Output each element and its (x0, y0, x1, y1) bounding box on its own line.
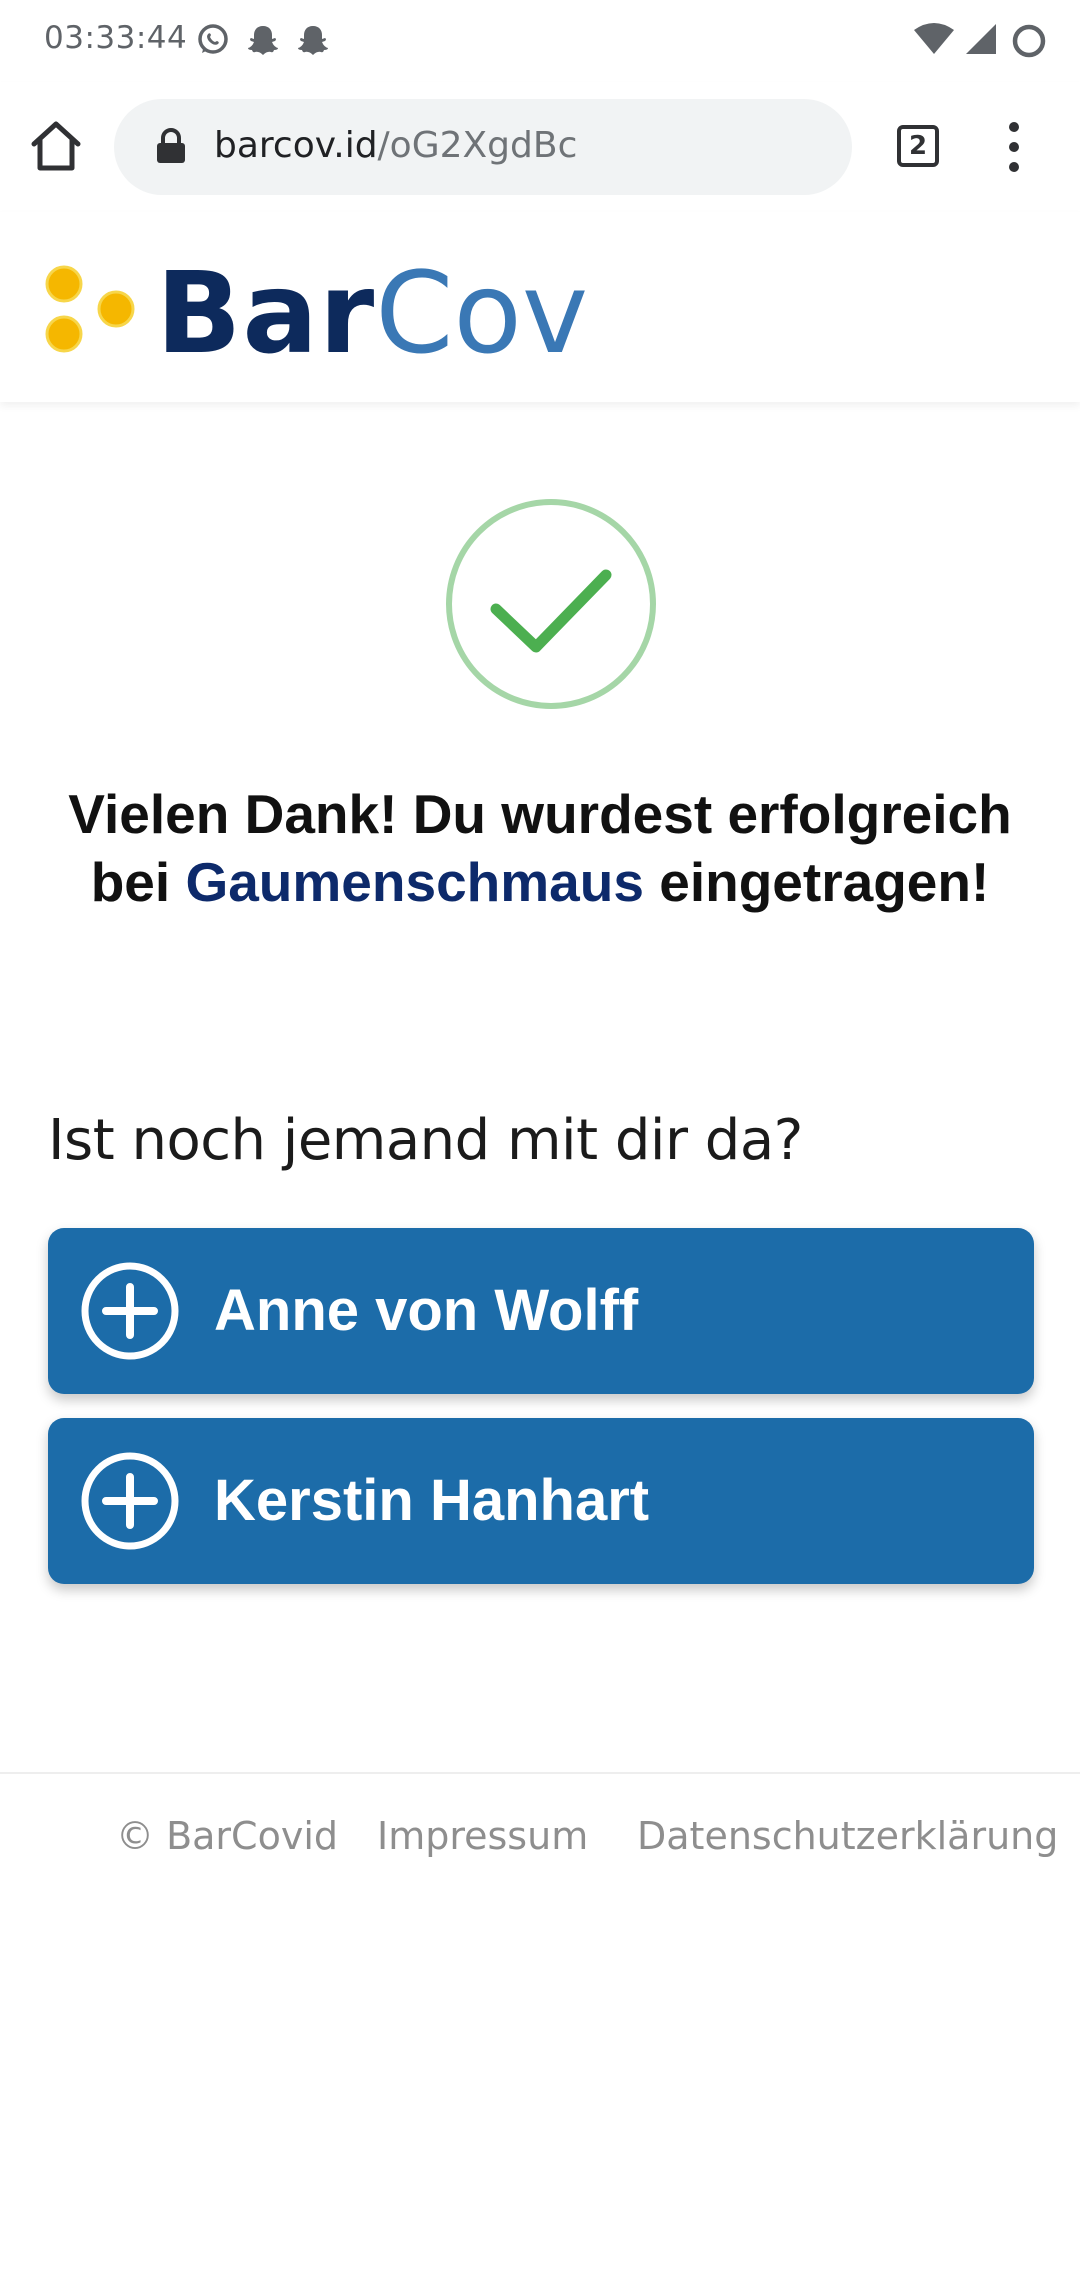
url-text: barcov.id/oG2XgdBc (214, 125, 577, 166)
add-companion-button[interactable]: Anne von Wolff (48, 1228, 1034, 1394)
tab-count: 2 (897, 125, 939, 167)
headline-suffix: eingetragen! (643, 851, 990, 913)
success-check-icon (446, 499, 656, 709)
barcov-logo[interactable]: BarCov (44, 258, 588, 374)
lock-icon (157, 128, 185, 163)
url-path: /oG2XgdBc (377, 125, 578, 166)
home-icon[interactable] (24, 114, 88, 178)
browser-toolbar: barcov.id/oG2XgdBc 2 (0, 82, 1080, 212)
add-companion-button[interactable]: Kerstin Hanhart (48, 1418, 1034, 1584)
snapchat-icon (298, 26, 328, 55)
plus-circle-icon (81, 1262, 179, 1360)
footer-copyright-link[interactable]: © BarCovid (116, 1814, 338, 1858)
logo-dots-icon (45, 265, 135, 353)
status-time: 03:33:44 (44, 20, 188, 56)
site-header: BarCov (0, 212, 1080, 402)
plus-circle-icon (81, 1452, 179, 1550)
battery-icon (1012, 24, 1046, 58)
snapchat-icon (248, 26, 278, 55)
footer-impressum-link[interactable]: Impressum (377, 1814, 588, 1858)
signal-icon (966, 24, 996, 54)
companion-question: Ist noch jemand mit dir da? (48, 1108, 803, 1173)
companion-name: Kerstin Hanhart (214, 1468, 650, 1533)
venue-name: Gaumenschmaus (185, 851, 644, 913)
tab-switcher-button[interactable]: 2 (893, 121, 943, 171)
system-icons (912, 22, 1052, 62)
logo-wordmark: BarCov (156, 258, 588, 370)
more-menu-icon[interactable] (996, 120, 1032, 174)
wifi-icon (914, 23, 954, 54)
status-bar: 03:33:44 (0, 0, 1080, 82)
footer-privacy-link[interactable]: Datenschutzerklärung (637, 1814, 1058, 1858)
url-domain: barcov.id (214, 125, 378, 166)
address-bar[interactable]: barcov.id/oG2XgdBc (114, 99, 852, 195)
logo-cov-text: Cov (375, 249, 589, 379)
logo-bar-text: Bar (156, 249, 376, 379)
companion-name: Anne von Wolff (214, 1278, 639, 1343)
success-headline: Vielen Dank! Du wurdest erfolgreich bei … (40, 780, 1040, 916)
whatsapp-icon (198, 24, 228, 54)
site-footer: © BarCovid Impressum Datenschutzerklärun… (0, 1772, 1080, 2282)
